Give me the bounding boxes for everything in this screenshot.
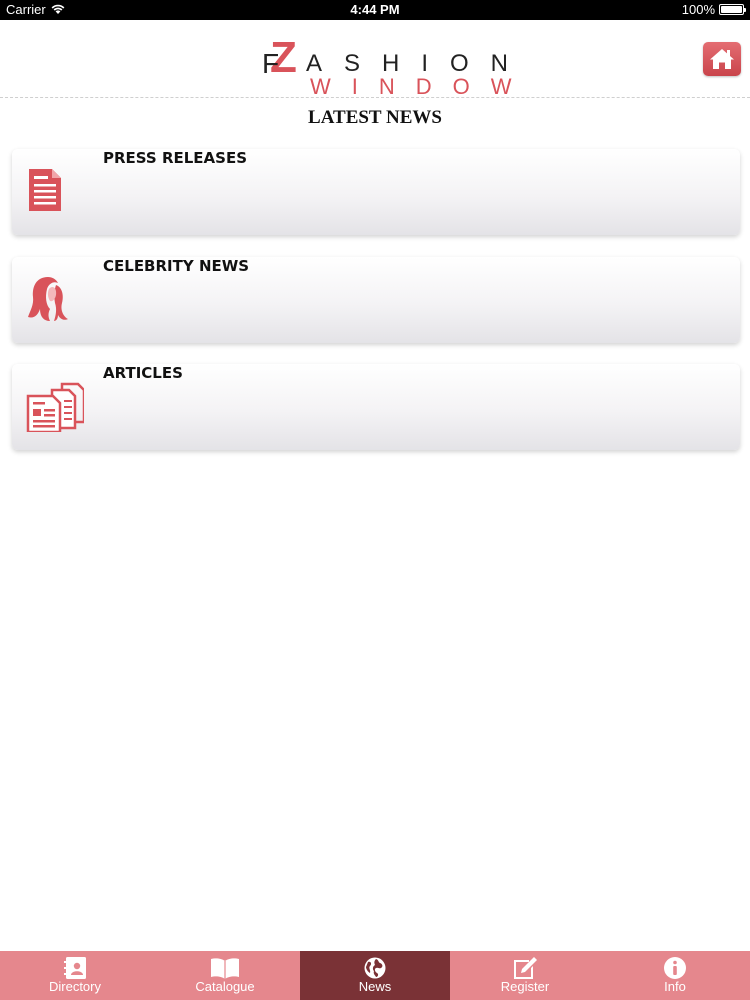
news-item-articles[interactable]: ARTICLES xyxy=(12,364,740,450)
status-bar: Carrier 4:44 PM 100% xyxy=(0,0,750,20)
directory-icon xyxy=(64,957,86,979)
news-item-label: ARTICLES xyxy=(103,364,183,382)
info-icon xyxy=(664,957,686,979)
tab-label: News xyxy=(358,979,392,994)
edit-icon xyxy=(514,957,537,979)
woman-silhouette-icon xyxy=(28,277,68,321)
news-item-press-releases[interactable]: PRESS RELEASES xyxy=(12,149,740,235)
logo-line-1: ASHION xyxy=(306,50,531,77)
tab-label: Info xyxy=(664,979,686,994)
page-title: LATEST NEWS xyxy=(308,107,442,128)
news-item-label: CELEBRITY NEWS xyxy=(103,257,250,275)
tab-label: Register xyxy=(500,979,550,994)
globe-icon xyxy=(364,957,386,979)
book-icon xyxy=(211,958,239,979)
news-item-celebrity-news[interactable]: CELEBRITY NEWS xyxy=(12,257,740,343)
battery-icon xyxy=(719,4,746,15)
home-icon xyxy=(710,49,734,69)
tab-bar: Directory Catalogue News Register Info xyxy=(0,951,750,1000)
battery-percent: 100% xyxy=(681,2,715,17)
logo-line-2: WINDOW xyxy=(310,74,533,99)
articles-icon xyxy=(26,382,84,432)
fashion-window-logo: Z F ASHION WINDOW xyxy=(262,30,512,98)
tab-news[interactable]: News xyxy=(300,951,450,1000)
document-icon xyxy=(29,169,61,211)
logo-f-letter: F xyxy=(262,48,280,79)
home-button[interactable] xyxy=(703,42,741,76)
app-header: Z F ASHION WINDOW xyxy=(0,20,750,98)
tab-catalogue[interactable]: Catalogue xyxy=(150,951,300,1000)
battery-status: 100% xyxy=(681,2,746,17)
tab-register[interactable]: Register xyxy=(450,951,600,1000)
tab-info[interactable]: Info xyxy=(600,951,750,1000)
tab-label: Directory xyxy=(48,979,101,994)
tab-directory[interactable]: Directory xyxy=(0,951,150,1000)
status-time: 4:44 PM xyxy=(350,2,400,17)
tab-label: Catalogue xyxy=(195,979,255,994)
news-item-label: PRESS RELEASES xyxy=(103,149,248,167)
